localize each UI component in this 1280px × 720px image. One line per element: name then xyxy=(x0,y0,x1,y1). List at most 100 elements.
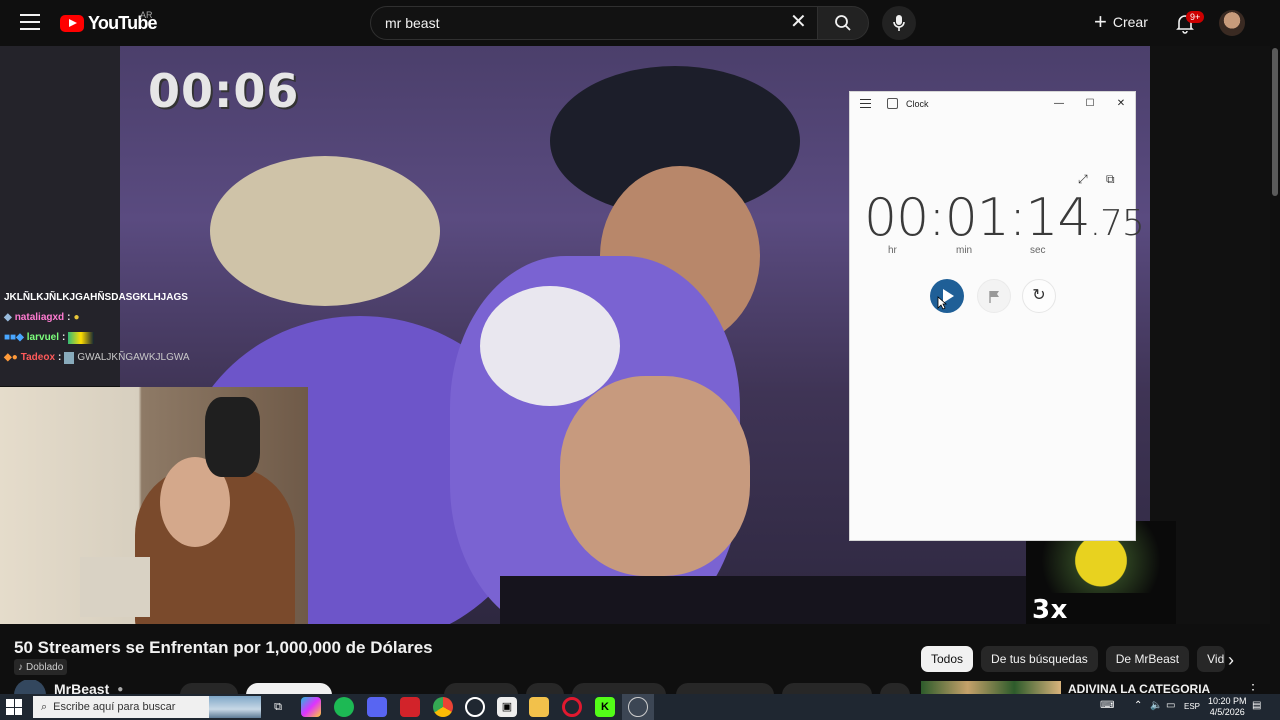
search-query: mr beast xyxy=(385,15,440,31)
unit-label-seconds: sec xyxy=(1030,245,1046,256)
scrollbar-thumb[interactable] xyxy=(1272,48,1278,196)
obs-icon[interactable] xyxy=(465,697,485,717)
stopwatch-seconds: 14 xyxy=(1025,188,1090,248)
chat-separator: : xyxy=(67,312,71,323)
emote-icon: ● xyxy=(73,312,80,323)
video-figure xyxy=(560,376,750,576)
play-icon[interactable] xyxy=(930,279,964,313)
clock-window[interactable]: Clock — ☐ ✕ ⤢ ⧉ 00:01:14.75 hr min sec ↻ xyxy=(849,91,1145,541)
taskbar-clock[interactable]: 10:20 PM 4/5/2026 xyxy=(1208,696,1247,718)
language-indicator[interactable]: ESP xyxy=(1184,702,1200,711)
task-view-icon[interactable]: ⧉ xyxy=(268,697,288,717)
chat-user: JKLÑLKJÑLKJGAHÑSDASGKLHJAGS xyxy=(4,292,188,303)
notification-center-icon[interactable]: ▤ xyxy=(1252,700,1261,711)
youtube-logo-icon xyxy=(60,14,84,32)
search-icon: ⌕ xyxy=(41,700,48,713)
stopwatch-minutes: 01 xyxy=(944,188,1010,248)
notification-badge: 9+ xyxy=(1186,11,1205,23)
search-highlight-image xyxy=(209,696,261,718)
stopwatch-display: 00:01:14.75 xyxy=(864,188,1145,248)
chat-message: ◆ nataliagxd : ● xyxy=(4,308,190,328)
app-icon[interactable] xyxy=(400,697,420,717)
create-label: Crear xyxy=(1112,14,1148,30)
chat-messages: JKLÑLKJÑLKJGAHÑSDASGKLHJAGS ◆ nataliagxd… xyxy=(4,288,190,368)
webcam-figure xyxy=(205,397,260,477)
taskbar-date: 4/5/2026 xyxy=(1209,707,1245,717)
webcam-furniture xyxy=(80,557,150,617)
chip-from-mrbeast[interactable]: De MrBeast xyxy=(1105,646,1190,672)
chat-user: larvuel xyxy=(26,332,60,343)
chat-badge-icon: ◆● xyxy=(4,352,18,363)
chat-separator: : xyxy=(58,352,62,363)
expand-icon[interactable]: ⤢ xyxy=(1078,172,1088,187)
chevron-right-icon[interactable]: › xyxy=(1228,650,1234,671)
chat-user: nataliagxd xyxy=(14,312,65,323)
windows-start-icon[interactable] xyxy=(6,699,22,715)
video-figure xyxy=(210,156,440,306)
create-button[interactable]: + Crear xyxy=(1094,9,1148,34)
chat-badge-icon: ■■◆ xyxy=(4,332,24,343)
opera-icon[interactable] xyxy=(562,697,582,717)
flag-icon xyxy=(977,279,1011,313)
unit-label-minutes: min xyxy=(956,245,973,256)
close-button[interactable]: ✕ xyxy=(1112,96,1130,112)
emote-icon xyxy=(64,352,75,364)
account-avatar[interactable] xyxy=(1219,10,1245,36)
recommendation-chips: Todos De tus búsquedas De MrBeast Vid xyxy=(921,646,1226,672)
chat-user: Tadeox xyxy=(20,352,56,363)
dub-label: Doblado xyxy=(26,661,64,673)
spotify-icon[interactable] xyxy=(334,697,354,717)
clock-app-icon xyxy=(887,98,898,109)
menu-icon[interactable] xyxy=(20,14,40,30)
chrome-icon[interactable] xyxy=(433,697,453,717)
voice-search-button[interactable] xyxy=(882,6,916,40)
stopwatch-hours: 00 xyxy=(864,188,929,248)
country-code: AR xyxy=(140,10,153,20)
video-table xyxy=(500,576,1060,624)
app-icon[interactable]: ▣ xyxy=(497,697,517,717)
chip-all[interactable]: Todos xyxy=(921,646,974,672)
search-button[interactable] xyxy=(817,6,869,40)
keyboard-icon[interactable]: ⌨ xyxy=(1100,700,1114,711)
video-figure xyxy=(480,286,620,406)
stopwatch-fraction: .75 xyxy=(1089,203,1145,244)
volume-icon[interactable]: 🔈 xyxy=(1150,700,1162,711)
discord-icon[interactable] xyxy=(367,697,387,717)
webcam-overlay xyxy=(0,387,308,624)
plus-icon: + xyxy=(1094,9,1107,34)
mic-icon xyxy=(893,15,905,31)
streak-text: 3x STREAK xyxy=(1032,595,1068,624)
taskbar-search-placeholder: Escribe aquí para buscar xyxy=(53,701,176,713)
search-input[interactable]: mr beast xyxy=(370,6,818,40)
reset-icon[interactable]: ↻ xyxy=(1022,279,1056,313)
up-next-thumbnail[interactable] xyxy=(921,681,1061,695)
copilot-icon[interactable] xyxy=(301,697,321,717)
video-timer-overlay: 00:06 xyxy=(148,64,300,118)
chat-message: ■■◆ larvuel : xyxy=(4,328,190,348)
chip-from-searches[interactable]: De tus búsquedas xyxy=(981,646,1098,672)
youtube-header: YouTube AR mr beast ✕ + Crear 9+ xyxy=(0,0,1280,46)
taskbar-search-input[interactable]: ⌕ Escribe aquí para buscar xyxy=(33,696,261,718)
clear-search-icon[interactable]: ✕ xyxy=(790,12,807,32)
chevron-up-icon[interactable]: ⌃ xyxy=(1134,700,1142,711)
menu-icon[interactable] xyxy=(860,99,871,111)
video-title: 50 Streamers se Enfrentan por 1,000,000 … xyxy=(14,638,433,657)
unit-label-hours: hr xyxy=(888,245,897,256)
chip-videos[interactable]: Vid xyxy=(1197,646,1226,672)
dub-icon: ♪ xyxy=(18,661,23,673)
flag-glyph xyxy=(989,291,999,303)
maximize-button[interactable]: ☐ xyxy=(1081,96,1099,112)
dubbed-badge: ♪ Doblado xyxy=(14,659,68,675)
compact-overlay-icon[interactable]: ⧉ xyxy=(1106,172,1115,187)
emote-icon xyxy=(68,332,95,344)
file-explorer-icon[interactable] xyxy=(529,697,549,717)
chat-message: JKLÑLKJÑLKJGAHÑSDASGKLHJAGS xyxy=(4,288,190,308)
search-icon xyxy=(835,15,851,31)
chat-message: ◆● Tadeox : GWALJKÑGAWKJLGWA xyxy=(4,348,190,368)
clock-app-icon[interactable] xyxy=(628,697,648,717)
network-icon[interactable]: ▭ xyxy=(1166,700,1175,711)
verified-icon: ● xyxy=(117,683,124,695)
kick-icon[interactable]: K xyxy=(595,697,615,717)
taskbar-time: 10:20 PM xyxy=(1208,696,1247,706)
minimize-button[interactable]: — xyxy=(1050,96,1068,112)
